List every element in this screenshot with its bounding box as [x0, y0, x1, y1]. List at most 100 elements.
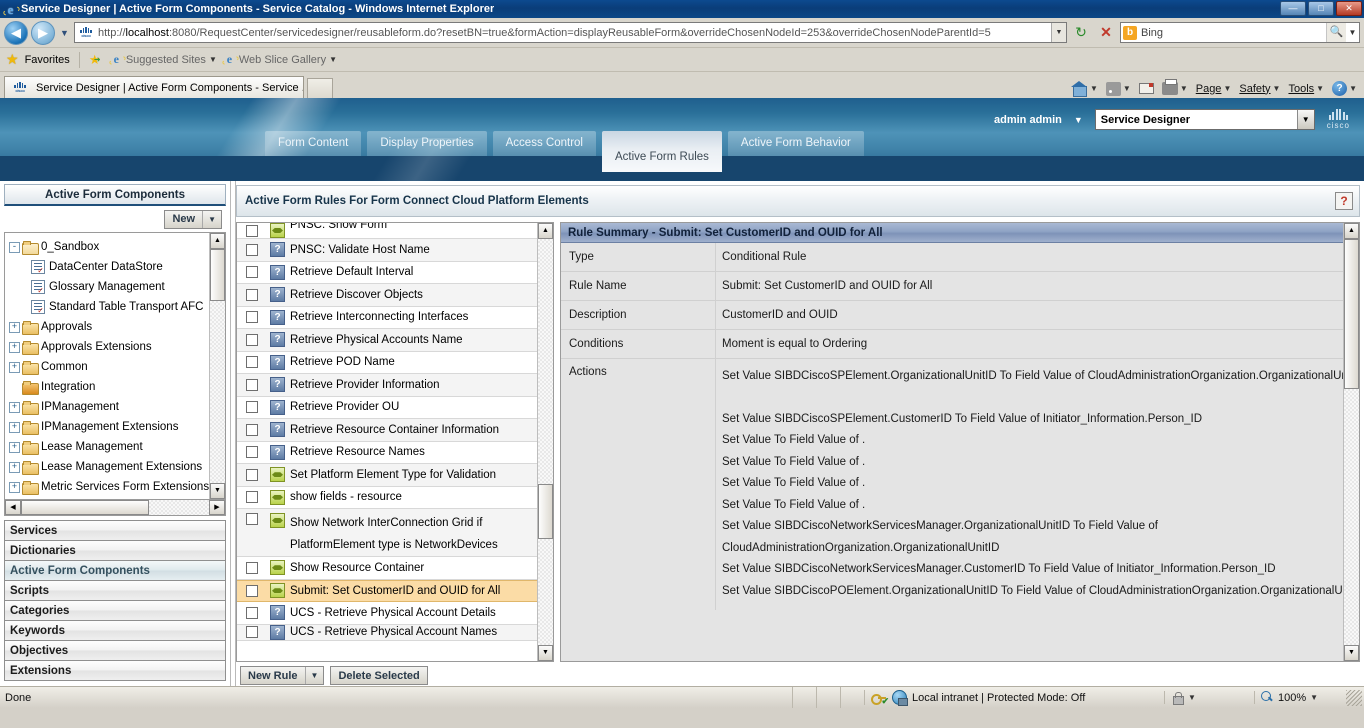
summary-vertical-scrollbar[interactable]: ▲ ▼	[1343, 223, 1359, 661]
refresh-icon[interactable]: ↻	[1070, 22, 1092, 44]
rule-name[interactable]: Retrieve Provider Information	[288, 378, 537, 392]
rule-name[interactable]: Retrieve POD Name	[288, 355, 537, 369]
mail-button[interactable]	[1136, 83, 1157, 94]
url-input[interactable]: cisco http://localhost:8080/RequestCente…	[74, 22, 1067, 43]
row-checkbox-cell[interactable]	[237, 288, 267, 301]
table-row[interactable]: Show Network InterConnection Grid if Pla…	[237, 509, 537, 557]
tab-access-control[interactable]: Access Control	[492, 131, 596, 156]
rule-name[interactable]: PNSC: Show Form	[288, 223, 537, 232]
table-row[interactable]: ? Retrieve Resource Container Informatio…	[237, 419, 537, 442]
user-name[interactable]: admin admin	[994, 114, 1062, 126]
sidebar-item-keywords[interactable]: Keywords	[5, 621, 225, 641]
sidebar-item-active-form-components[interactable]: Active Form Components	[5, 561, 225, 581]
tree-node-ipmanagement-extensions[interactable]: + IPManagement Extensions	[9, 417, 209, 437]
row-checkbox[interactable]	[246, 378, 258, 391]
chevron-down-icon[interactable]: ▼	[1123, 84, 1131, 93]
help-icon[interactable]: ?	[1335, 192, 1353, 210]
row-checkbox[interactable]	[246, 224, 258, 237]
chevron-down-icon[interactable]: ▼	[203, 215, 221, 224]
table-row[interactable]: ? UCS - Retrieve Physical Account Names	[237, 624, 537, 641]
tools-menu[interactable]: Tools ▼	[1285, 83, 1327, 95]
favorite-web-slice-gallery[interactable]: Web Slice Gallery ▼	[223, 53, 337, 66]
scroll-down-icon[interactable]: ▼	[210, 483, 225, 499]
table-row[interactable]: ? Retrieve Discover Objects	[237, 284, 537, 307]
sidebar-item-services[interactable]: Services	[5, 521, 225, 541]
scroll-right-icon[interactable]: ▶	[209, 500, 225, 515]
row-checkbox[interactable]	[246, 288, 258, 301]
tab-display-properties[interactable]: Display Properties	[367, 131, 487, 156]
chevron-down-icon[interactable]: ▼	[209, 55, 217, 64]
print-button[interactable]: ▼	[1159, 79, 1191, 95]
scroll-track[interactable]	[538, 239, 553, 645]
tree-node-datacenter-datastore[interactable]: DataCenter DataStore	[9, 257, 209, 277]
zoom-control[interactable]: 100% ▼	[1254, 691, 1346, 704]
tab-form-content[interactable]: Form Content	[265, 131, 362, 156]
row-checkbox[interactable]	[246, 356, 258, 369]
home-button[interactable]: ▼	[1068, 81, 1101, 97]
expand-icon[interactable]: +	[9, 441, 20, 453]
help-menu[interactable]: ? ▼	[1329, 81, 1360, 96]
scroll-up-icon[interactable]: ▲	[1344, 223, 1359, 239]
forward-icon[interactable]: ▶	[31, 20, 55, 45]
scroll-thumb[interactable]	[21, 500, 149, 515]
minimize-button[interactable]: —	[1280, 1, 1306, 16]
new-tab-button[interactable]	[307, 78, 333, 98]
rule-name[interactable]: Show Network InterConnection Grid if Pla…	[288, 512, 537, 556]
row-checkbox[interactable]	[246, 468, 258, 481]
chevron-down-icon[interactable]: ▼	[1180, 84, 1188, 93]
rules-vertical-scrollbar[interactable]: ▲ ▼	[537, 223, 553, 661]
row-checkbox-cell[interactable]	[237, 491, 267, 504]
tree-node-0-sandbox[interactable]: - 0_Sandbox	[9, 237, 209, 257]
chevron-down-icon[interactable]: ▼	[1090, 84, 1098, 93]
row-checkbox-cell[interactable]	[237, 423, 267, 436]
row-checkbox-cell[interactable]	[237, 333, 267, 346]
chevron-down-icon[interactable]: ▼	[1188, 693, 1196, 702]
table-row[interactable]: ? Retrieve Resource Names	[237, 441, 537, 464]
table-row[interactable]: Set Platform Element Type for Validation	[237, 464, 537, 487]
chevron-down-icon[interactable]: ▼	[1074, 115, 1083, 125]
security-zone[interactable]: ✔ Local intranet | Protected Mode: Off	[864, 690, 1164, 706]
tab-active-form-rules[interactable]: Active Form Rules	[601, 131, 722, 172]
search-provider-caret-icon[interactable]: ▼	[1346, 28, 1359, 37]
table-row[interactable]: Show Resource Container	[237, 557, 537, 580]
add-to-favorites-bar-icon[interactable]	[89, 52, 104, 68]
tree-node-standard-table-transport-afc[interactable]: Standard Table Transport AFC	[9, 297, 209, 317]
chevron-down-icon[interactable]: ▼	[329, 55, 337, 64]
expand-icon[interactable]: +	[9, 461, 20, 473]
row-checkbox-cell[interactable]	[237, 266, 267, 279]
row-checkbox-cell[interactable]	[237, 401, 267, 414]
row-checkbox[interactable]	[246, 513, 258, 525]
table-row-selected[interactable]: Submit: Set CustomerID and OUID for All	[237, 579, 537, 602]
tree-node-lease-management[interactable]: + Lease Management	[9, 437, 209, 457]
delete-selected-button[interactable]: Delete Selected	[330, 666, 428, 685]
row-checkbox[interactable]	[246, 311, 258, 324]
row-checkbox-cell[interactable]	[237, 446, 267, 459]
browser-tab-active[interactable]: cisco Service Designer | Active Form Com…	[4, 76, 304, 98]
rule-name[interactable]: Retrieve Interconnecting Interfaces	[288, 310, 537, 324]
rule-name[interactable]: Retrieve Physical Accounts Name	[288, 333, 537, 347]
table-row[interactable]: PNSC: Show Form	[237, 223, 537, 239]
rule-name[interactable]: UCS - Retrieve Physical Account Names	[288, 625, 537, 639]
row-checkbox-cell[interactable]	[237, 243, 267, 256]
protected-mode-control[interactable]: ▼	[1164, 691, 1254, 705]
row-checkbox-cell[interactable]	[237, 606, 267, 619]
expand-icon[interactable]: +	[9, 341, 20, 353]
tree-horizontal-scrollbar[interactable]: ◀ ▶	[4, 500, 226, 516]
row-checkbox[interactable]	[246, 333, 258, 346]
back-icon[interactable]: ◀	[4, 20, 28, 45]
new-button[interactable]: New ▼	[164, 209, 222, 229]
chevron-down-icon[interactable]: ▼	[1223, 84, 1231, 93]
chevron-down-icon[interactable]: ▼	[1310, 693, 1318, 702]
rule-name[interactable]: Show Resource Container	[288, 561, 537, 575]
table-row[interactable]: ? UCS - Retrieve Physical Account Detail…	[237, 602, 537, 625]
row-checkbox-cell[interactable]	[237, 224, 267, 237]
row-checkbox[interactable]	[246, 491, 258, 504]
row-checkbox-cell[interactable]	[237, 468, 267, 481]
favorites-label[interactable]: Favorites	[25, 54, 70, 66]
rule-name[interactable]: Set Platform Element Type for Validation	[288, 468, 537, 482]
feeds-button[interactable]: ▼	[1103, 81, 1134, 96]
scroll-track[interactable]	[21, 500, 209, 515]
row-checkbox[interactable]	[246, 243, 258, 256]
expand-icon[interactable]: +	[9, 481, 20, 493]
rule-name[interactable]: Retrieve Default Interval	[288, 265, 537, 279]
